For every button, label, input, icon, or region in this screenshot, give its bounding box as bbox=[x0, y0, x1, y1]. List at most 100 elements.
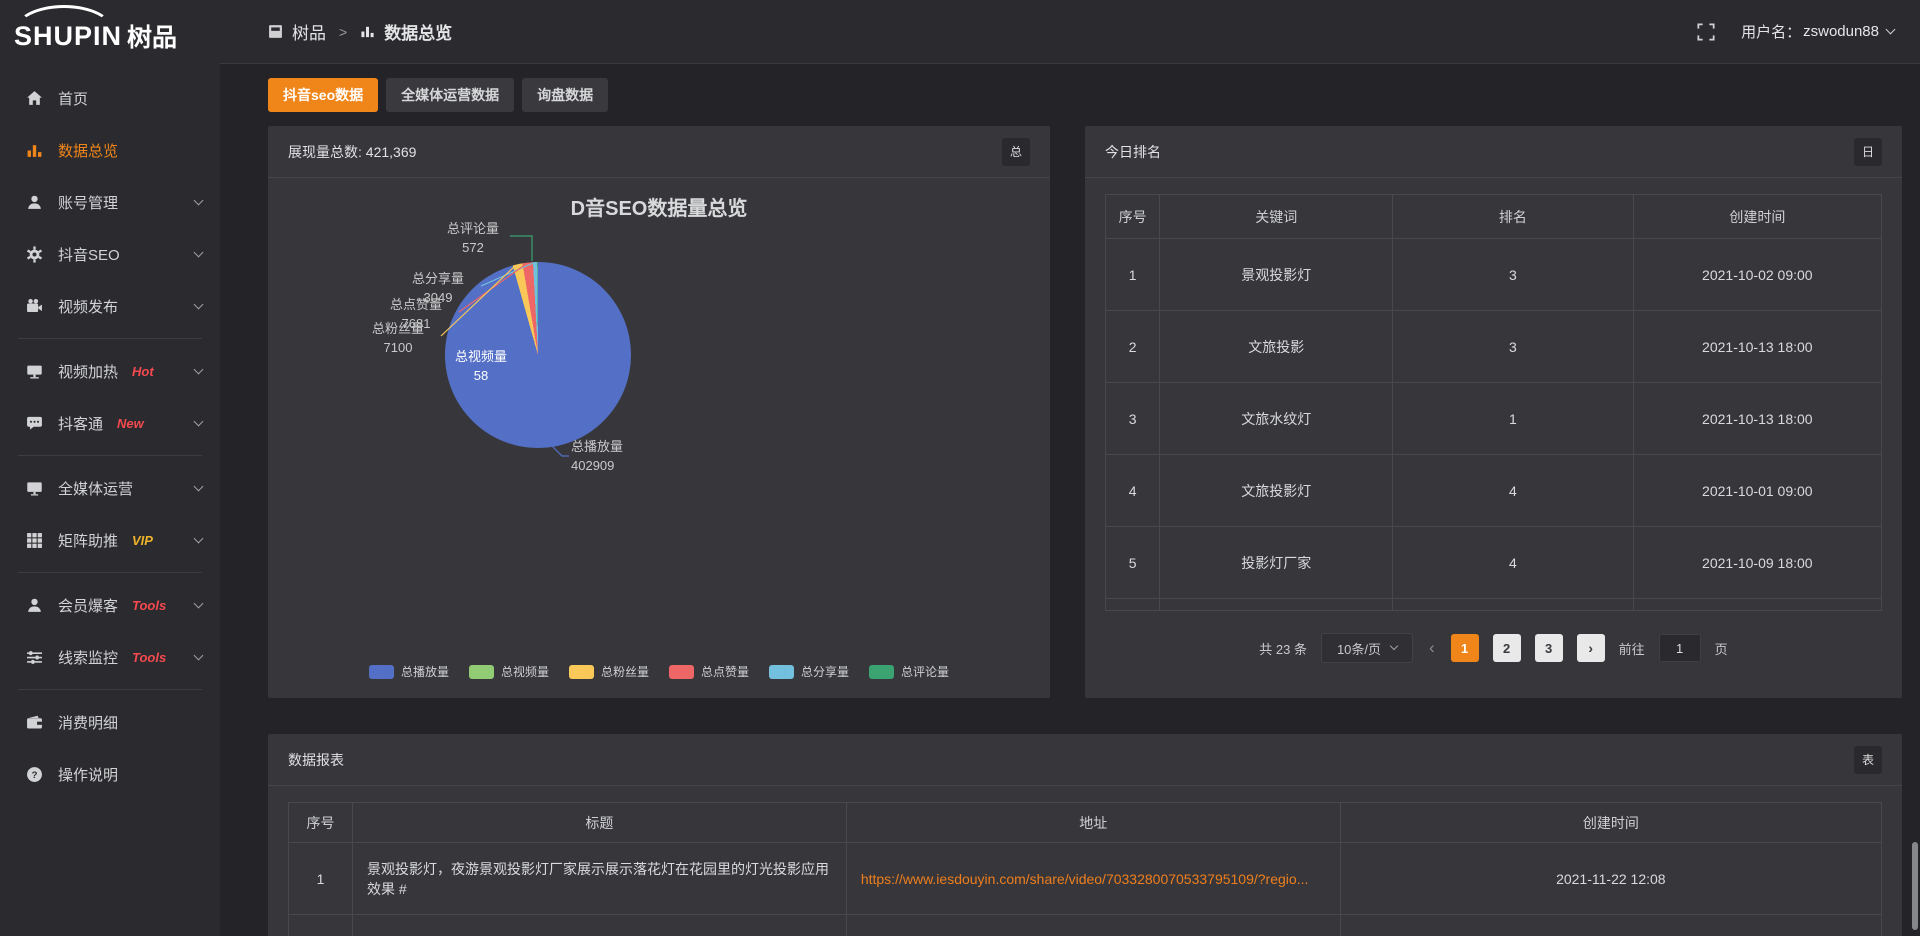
svg-text:?: ? bbox=[32, 769, 38, 780]
cell-rank: 4 bbox=[1393, 527, 1634, 599]
tab-inquiry-data[interactable]: 询盘数据 bbox=[522, 78, 608, 112]
sidebar-item-label: 线索监控 bbox=[58, 647, 118, 668]
column-header: 创建时间 bbox=[1633, 195, 1881, 239]
sidebar-item-media-operation[interactable]: 全媒体运营 bbox=[0, 462, 220, 514]
overview-panel: 展现量总数: 421,369 总 D音SEO数据量总览 bbox=[268, 126, 1050, 698]
cell-title: 景观投影灯，夜游景观投影灯厂家展示展示落花灯在花园里的灯光投影应用效果 # bbox=[353, 843, 847, 915]
logo-arc bbox=[14, 5, 114, 31]
sidebar-item-consumption[interactable]: 消费明细 bbox=[0, 696, 220, 748]
overview-panel-header: 展现量总数: 421,369 总 bbox=[268, 126, 1050, 178]
impressions-value: 421,369 bbox=[366, 144, 417, 160]
next-page-button[interactable]: › bbox=[1577, 634, 1605, 662]
pie-label-name: 总播放量 bbox=[571, 438, 671, 457]
cell-rank: 3 bbox=[1393, 311, 1634, 383]
sidebar-item-video-publish[interactable]: 视频发布 bbox=[0, 280, 220, 332]
legend-item-shares[interactable]: 总分享量 bbox=[769, 663, 849, 680]
legend-item-plays[interactable]: 总播放量 bbox=[369, 663, 449, 680]
legend-label: 总分享量 bbox=[801, 663, 849, 680]
page-button-1[interactable]: 1 bbox=[1451, 634, 1479, 662]
help-icon: ? bbox=[26, 766, 43, 783]
scrollbar[interactable] bbox=[1912, 842, 1918, 930]
breadcrumb-current[interactable]: 数据总览 bbox=[384, 19, 452, 44]
sidebar-item-home[interactable]: 首页 bbox=[0, 72, 220, 124]
ranking-table-wrap: 序号 关键词 排名 创建时间 1 景观投影灯 3 bbox=[1085, 178, 1902, 663]
goto-suffix: 页 bbox=[1715, 639, 1728, 658]
report-panel-header: 数据报表 表 bbox=[268, 734, 1902, 786]
sidebar-nav: 首页 数据总览 账号管理 抖音SEO 视频发布 bbox=[0, 64, 220, 800]
sidebar-item-data-overview[interactable]: 数据总览 bbox=[0, 124, 220, 176]
table-row: 2 文旅投影 3 2021-10-13 18:00 bbox=[1106, 311, 1882, 383]
sidebar-divider bbox=[18, 689, 202, 690]
sidebar-item-label: 账号管理 bbox=[58, 192, 118, 213]
grid-icon bbox=[26, 532, 43, 549]
sidebar-item-label: 首页 bbox=[58, 88, 88, 109]
pie-label-fans: 总粉丝量 7100 bbox=[353, 320, 443, 358]
chevron-down-icon bbox=[194, 533, 204, 543]
page-button-2[interactable]: 2 bbox=[1493, 634, 1521, 662]
sidebar-divider bbox=[18, 455, 202, 456]
topbar: 树品 > 数据总览 用户名：zswodun88 bbox=[220, 0, 1920, 64]
bar-chart-icon bbox=[26, 142, 43, 159]
total-view-button[interactable]: 总 bbox=[1002, 138, 1030, 166]
page-size-select[interactable]: 10条/页 bbox=[1321, 633, 1413, 663]
legend-item-comments[interactable]: 总评论量 bbox=[869, 663, 949, 680]
cell-created: 2021-10-13 18:00 bbox=[1633, 311, 1881, 383]
table-row: 1 景观投影灯，夜游景观投影灯厂家展示展示落花灯在花园里的灯光投影应用效果 # … bbox=[289, 843, 1882, 915]
user-icon bbox=[26, 194, 43, 211]
username-label: 用户名： bbox=[1741, 21, 1801, 42]
page-button-3[interactable]: 3 bbox=[1535, 634, 1563, 662]
sidebar-item-account[interactable]: 账号管理 bbox=[0, 176, 220, 228]
person-icon bbox=[26, 597, 43, 614]
table-row: 4 文旅投影灯 4 2021-10-01 09:00 bbox=[1106, 455, 1882, 527]
tab-douyin-seo-data[interactable]: 抖音seo数据 bbox=[268, 78, 378, 112]
chevron-down-icon bbox=[194, 247, 204, 257]
cell-keyword: 投影灯厂家 bbox=[1160, 527, 1393, 599]
app-window: SHUPIN 树品 首页 数据总览 账号管理 抖音SEO bbox=[0, 0, 1920, 936]
chart-title: D音SEO数据量总览 bbox=[268, 178, 1050, 221]
sidebar-item-douyin-seo[interactable]: 抖音SEO bbox=[0, 228, 220, 280]
column-header: 关键词 bbox=[1160, 195, 1393, 239]
legend-item-fans[interactable]: 总粉丝量 bbox=[569, 663, 649, 680]
prev-page-button[interactable]: ‹ bbox=[1427, 638, 1437, 658]
tab-media-operation-data[interactable]: 全媒体运营数据 bbox=[386, 78, 514, 112]
daily-view-button[interactable]: 日 bbox=[1854, 138, 1882, 166]
sidebar-item-doukertong[interactable]: 抖客通 New bbox=[0, 397, 220, 449]
legend-item-likes[interactable]: 总点赞量 bbox=[669, 663, 749, 680]
report-table: 序号 标题 地址 创建时间 1 景观投影灯，夜游景观投影灯厂家展示展示落花灯在花… bbox=[288, 802, 1882, 936]
chevron-down-icon bbox=[194, 416, 204, 426]
chart-legend: 总播放量 总视频量 总粉丝量 总点赞量 总分享量 总评论量 bbox=[268, 663, 1050, 680]
breadcrumb-root[interactable]: 树品 bbox=[292, 19, 326, 44]
pie-label-value: 402909 bbox=[571, 457, 671, 476]
fullscreen-icon[interactable] bbox=[1697, 23, 1715, 41]
sidebar-item-clue-monitor[interactable]: 线索监控 Tools bbox=[0, 631, 220, 683]
cell-index: 4 bbox=[1106, 455, 1160, 527]
wallet-icon bbox=[26, 714, 43, 731]
sidebar-item-instructions[interactable]: ? 操作说明 bbox=[0, 748, 220, 800]
legend-item-videos[interactable]: 总视频量 bbox=[469, 663, 549, 680]
screen-icon bbox=[26, 480, 43, 497]
legend-swatch bbox=[769, 665, 794, 679]
sidebar-item-member[interactable]: 会员爆客 Tools bbox=[0, 579, 220, 631]
sidebar-item-video-heat[interactable]: 视频加热 Hot bbox=[0, 345, 220, 397]
pie-chart-area: D音SEO数据量总览 总评论量 572 bbox=[268, 178, 1050, 698]
cell-keyword: 文旅投影灯 bbox=[1160, 455, 1393, 527]
legend-swatch bbox=[869, 665, 894, 679]
cell-rank: 3 bbox=[1393, 239, 1634, 311]
goto-page-input[interactable] bbox=[1659, 634, 1701, 662]
chat-icon bbox=[26, 415, 43, 432]
column-header: 排名 bbox=[1393, 195, 1634, 239]
sidebar-item-label: 消费明细 bbox=[58, 712, 118, 733]
pie-label-comments: 总评论量 572 bbox=[428, 220, 518, 258]
user-menu[interactable]: 用户名：zswodun88 bbox=[1741, 21, 1894, 42]
sidebar-item-matrix-boost[interactable]: 矩阵助推 VIP bbox=[0, 514, 220, 566]
cell-rank: 1 bbox=[1393, 383, 1634, 455]
pie-label-value: 572 bbox=[428, 239, 518, 258]
table-row-clipped bbox=[1106, 599, 1882, 611]
cell-index: 1 bbox=[289, 843, 353, 915]
cell-keyword: 景观投影灯 bbox=[1160, 239, 1393, 311]
cell-url-link[interactable]: https://www.iesdouyin.com/share/video/70… bbox=[846, 843, 1340, 915]
logo: SHUPIN 树品 bbox=[0, 0, 220, 64]
main-area: 树品 > 数据总览 用户名：zswodun88 抖音seo数据 全媒体运营数据 … bbox=[220, 0, 1920, 936]
legend-swatch bbox=[669, 665, 694, 679]
table-view-button[interactable]: 表 bbox=[1854, 746, 1882, 774]
